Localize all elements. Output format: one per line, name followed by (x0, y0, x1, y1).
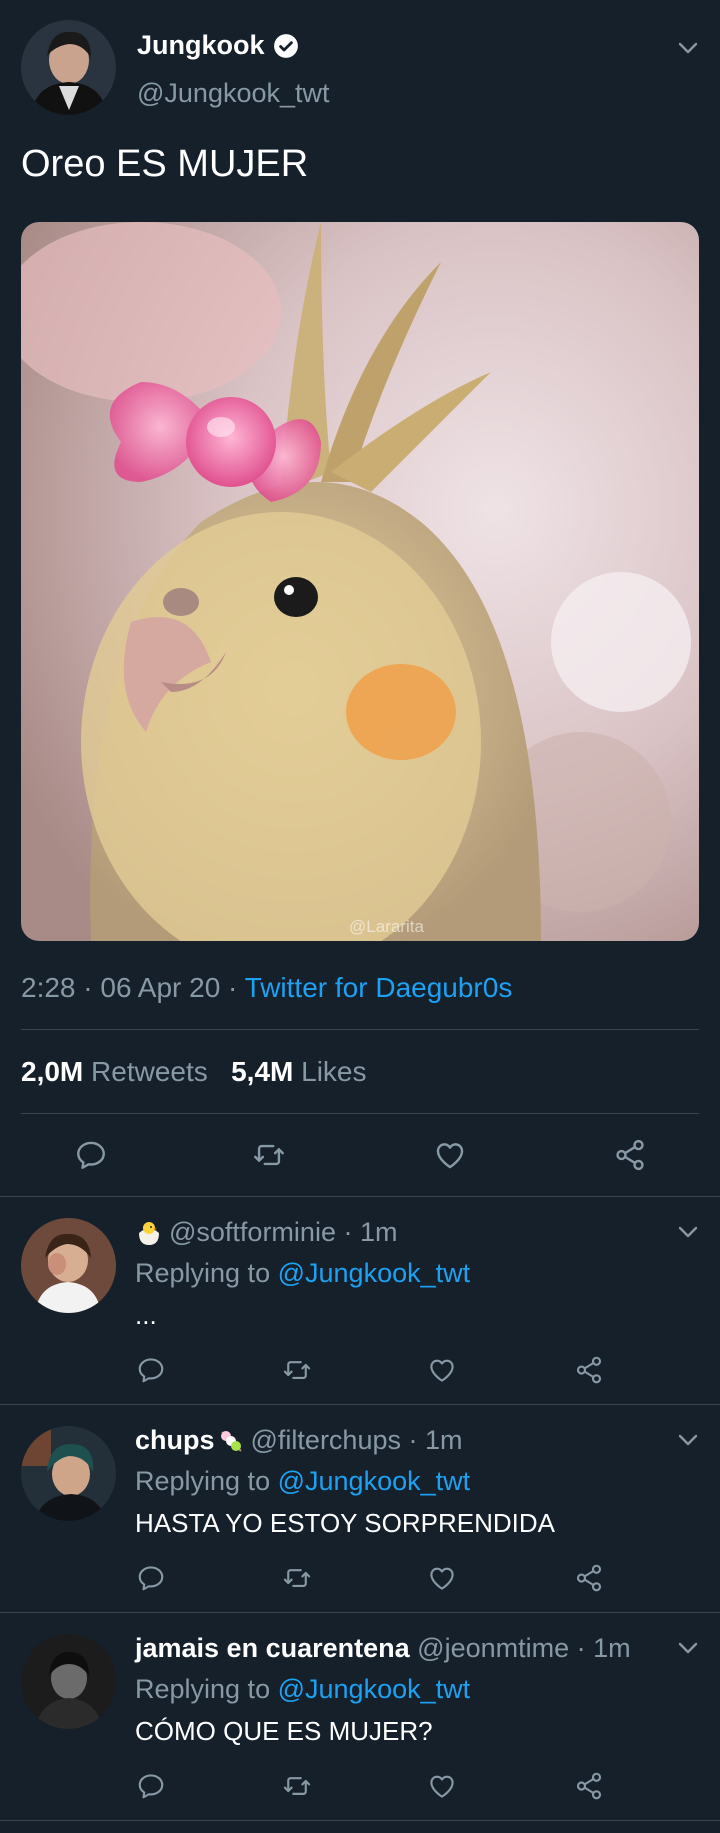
retweet-icon[interactable] (252, 1138, 286, 1172)
reply-display-name: jamais en cuarentena (135, 1633, 410, 1663)
mention-link[interactable]: @Jungkook_twt (278, 1258, 471, 1288)
verified-icon (273, 33, 298, 58)
meta-separator: · (228, 972, 245, 1003)
divider (0, 1196, 720, 1197)
divider (21, 1029, 699, 1030)
retweet-icon[interactable] (282, 1355, 312, 1385)
replying-to: Replying to @Jungkook_twt (135, 1258, 470, 1289)
author-handle[interactable]: @Jungkook_twt (137, 78, 330, 109)
like-icon[interactable] (427, 1771, 457, 1801)
cockatiel-image (21, 222, 699, 941)
avatar[interactable] (21, 1634, 116, 1729)
reply-handle: @filterchups (250, 1425, 401, 1455)
tweet-time: 2:28 (21, 972, 76, 1003)
reply-text: HASTA YO ESTOY SORPRENDIDA (135, 1508, 555, 1538)
chevron-down-icon[interactable] (676, 1636, 700, 1660)
avatar[interactable] (21, 20, 116, 115)
reply-icon[interactable] (136, 1355, 166, 1385)
reply-text: ... (135, 1300, 157, 1330)
reply-time: 1m (359, 1217, 398, 1247)
reply-time: 1m (424, 1425, 463, 1455)
share-icon[interactable] (574, 1563, 604, 1593)
reply-text: CÓMO QUE ES MUJER? (135, 1716, 433, 1746)
divider (21, 1113, 699, 1114)
like-icon[interactable] (427, 1355, 457, 1385)
reply-icon[interactable] (136, 1563, 166, 1593)
tweet-text: Oreo ES MUJER (21, 143, 309, 185)
reply-header: chups @filterchups · 1m (135, 1425, 463, 1456)
divider (0, 1404, 720, 1405)
retweets-stat[interactable]: 2,0M Retweets (21, 1056, 208, 1087)
meta-separator: · (335, 1217, 360, 1247)
likes-stat[interactable]: 5,4M Likes (231, 1056, 366, 1087)
retweets-count: 2,0M (21, 1056, 84, 1087)
like-icon[interactable] (427, 1563, 457, 1593)
retweet-icon[interactable] (282, 1563, 312, 1593)
photo-watermark: @Lararita (349, 917, 424, 936)
reply-header: @softforminie · 1m (135, 1217, 397, 1248)
reply-handle: @softforminie (169, 1217, 336, 1247)
tweet-date: 06 Apr 20 (100, 972, 221, 1003)
like-icon[interactable] (433, 1138, 467, 1172)
meta-separator (410, 1633, 418, 1664)
avatar[interactable] (21, 1218, 116, 1313)
replying-label: Replying to (135, 1674, 271, 1704)
reply-handle: @jeonmtime (417, 1633, 570, 1663)
reply-header: jamais en cuarentena @jeonmtime · 1m (135, 1633, 631, 1664)
replying-label: Replying to (135, 1258, 271, 1288)
likes-count: 5,4M (231, 1056, 294, 1087)
avatar[interactable] (21, 1426, 116, 1521)
retweet-icon[interactable] (282, 1771, 312, 1801)
share-icon[interactable] (613, 1138, 647, 1172)
reply-icon[interactable] (74, 1138, 108, 1172)
reply-time: 1m (593, 1633, 631, 1663)
meta-separator: · (83, 972, 101, 1003)
reply-display-name: chups (135, 1425, 215, 1455)
mention-link[interactable]: @Jungkook_twt (278, 1674, 471, 1704)
author-name[interactable]: Jungkook (137, 30, 299, 61)
share-icon[interactable] (574, 1355, 604, 1385)
meta-separator: · (400, 1425, 425, 1455)
reply-icon[interactable] (136, 1771, 166, 1801)
replying-to: Replying to @Jungkook_twt (135, 1466, 470, 1497)
retweets-label: Retweets (91, 1056, 208, 1087)
share-icon[interactable] (574, 1771, 604, 1801)
likes-label: Likes (301, 1056, 367, 1087)
tweet-source-link[interactable]: Twitter for Daegubr0s (245, 972, 513, 1003)
chevron-down-icon[interactable] (676, 36, 700, 60)
mention-link[interactable]: @Jungkook_twt (278, 1466, 471, 1496)
divider (0, 1820, 720, 1821)
replying-to: Replying to @Jungkook_twt (135, 1674, 470, 1705)
chick-emoji-icon (139, 1221, 159, 1245)
author-display-name: Jungkook (137, 30, 265, 60)
chevron-down-icon[interactable] (676, 1428, 700, 1452)
chevron-down-icon[interactable] (676, 1220, 700, 1244)
dango-emoji-icon (220, 1430, 242, 1452)
replying-label: Replying to (135, 1466, 271, 1496)
tweet-stats: 2,0M Retweets 5,4M Likes (21, 1056, 367, 1088)
tweet-photo[interactable]: @Lararita (21, 222, 699, 941)
divider (0, 1612, 720, 1613)
meta-separator: · (569, 1633, 594, 1663)
tweet-meta: 2:28 · 06 Apr 20 · Twitter for Daegubr0s (21, 972, 512, 1004)
